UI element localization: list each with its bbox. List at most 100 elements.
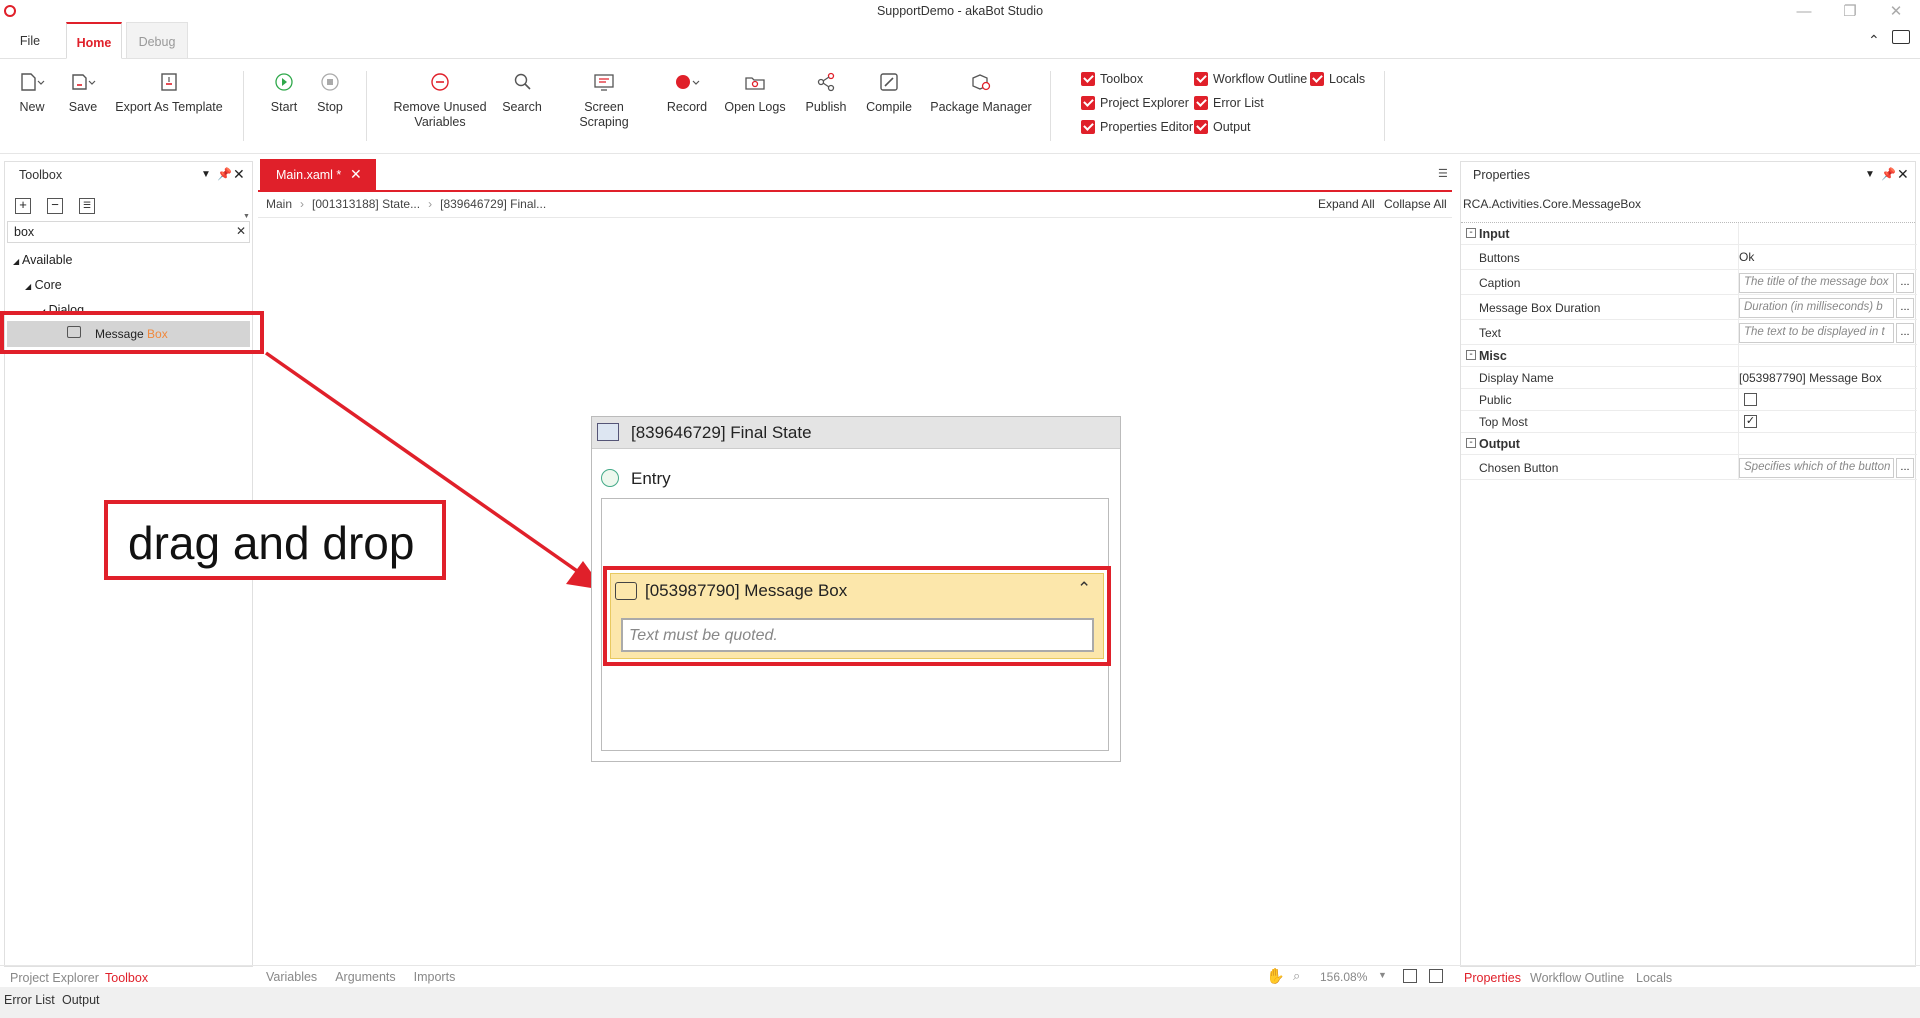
pin-icon[interactable]: 📌 (1881, 167, 1896, 181)
pin-icon[interactable]: 📌 (217, 167, 232, 181)
collapse-activity-icon[interactable]: ⌃ (1077, 579, 1091, 599)
expression-editor-button[interactable]: ... (1896, 323, 1914, 343)
prop-row-text[interactable]: Text The text to be displayed in t... (1461, 320, 1917, 345)
breadcrumb-item[interactable]: [001313188] State... (312, 197, 420, 211)
prop-row-top-most[interactable]: Top Most ✓ (1461, 411, 1917, 433)
variables-tab[interactable]: Variables (266, 970, 317, 984)
error-list-checkbox[interactable]: Error List (1194, 94, 1264, 112)
collapse-all-icon[interactable]: − (47, 198, 63, 214)
breadcrumb-item[interactable]: [839646729] Final... (440, 197, 546, 211)
overview-icon[interactable] (1429, 969, 1443, 983)
expression-editor-button[interactable]: ... (1896, 273, 1914, 293)
clear-search-icon[interactable]: ✕ (236, 224, 246, 238)
expression-editor-button[interactable]: ... (1896, 298, 1914, 318)
collapse-section-icon[interactable]: - (1466, 350, 1476, 360)
close-icon[interactable]: ✕ (233, 166, 245, 183)
properties-type-name: RCA.Activities.Core.MessageBox (1463, 197, 1642, 211)
collapse-ribbon-icon[interactable]: ⌃ (1868, 32, 1880, 49)
collapse-all-link[interactable]: Collapse All (1384, 197, 1447, 211)
list-view-icon[interactable]: ☰ (79, 198, 95, 214)
compile-button[interactable]: Compile (864, 67, 914, 115)
prop-label: Text (1479, 326, 1502, 340)
error-list-tab[interactable]: Error List (4, 993, 55, 1007)
tab-debug[interactable]: Debug (126, 22, 188, 59)
message-box-activity[interactable]: [053987790] Message Box ⌃ Text must be q… (610, 573, 1104, 659)
prop-row-buttons[interactable]: Buttons Ok (1461, 245, 1917, 270)
top-most-checkbox[interactable]: ✓ (1744, 415, 1757, 428)
tree-node-available[interactable]: ◢ Available (13, 253, 72, 267)
tab-label: Main.xaml * (276, 168, 342, 182)
feedback-icon[interactable] (1892, 30, 1910, 44)
section-misc[interactable]: - Misc (1461, 345, 1917, 367)
tab-main-xaml[interactable]: Main.xaml * ✕ (260, 159, 376, 190)
caption-input[interactable]: The title of the message box (1739, 273, 1894, 293)
search-button[interactable]: Search (500, 67, 544, 115)
stop-button[interactable]: Stop (312, 67, 348, 115)
tab-home[interactable]: Home (66, 22, 122, 59)
toolbox-checkbox[interactable]: Toolbox (1081, 70, 1143, 88)
close-window-icon[interactable]: ✕ (1884, 2, 1908, 22)
close-tab-icon[interactable]: ✕ (350, 166, 362, 183)
zoom-dropdown-icon[interactable]: ▼ (1378, 970, 1387, 980)
start-button[interactable]: Start (266, 67, 302, 115)
remove-unused-variables-button[interactable]: Remove Unused Variables (392, 67, 488, 130)
prop-row-chosen-button[interactable]: Chosen Button Specifies which of the butt… (1461, 455, 1917, 480)
new-button[interactable]: New (10, 67, 54, 115)
imports-tab[interactable]: Imports (414, 970, 456, 984)
hand-pan-icon[interactable]: ✋ (1266, 967, 1285, 985)
project-explorer-tab[interactable]: Project Explorer (10, 971, 99, 985)
expression-editor-button[interactable]: ... (1896, 458, 1914, 478)
arguments-tab[interactable]: Arguments (335, 970, 395, 984)
prop-label: Top Most (1479, 415, 1528, 429)
publish-button[interactable]: Publish (800, 67, 852, 115)
save-button[interactable]: Save (62, 67, 104, 115)
zoom-icon[interactable]: ⌕ (1293, 968, 1300, 984)
expand-all-link[interactable]: Expand All (1318, 197, 1375, 211)
dropdown-icon[interactable]: ▼ (1865, 169, 1875, 180)
text-input[interactable]: The text to be displayed in t (1739, 323, 1894, 343)
tab-list-icon[interactable]: ☰ (1438, 167, 1448, 180)
breadcrumb-item[interactable]: Main (266, 197, 292, 211)
prop-row-duration[interactable]: Message Box Duration Duration (in millise… (1461, 295, 1917, 320)
properties-editor-checkbox[interactable]: Properties Editor (1081, 118, 1193, 136)
fit-screen-icon[interactable] (1403, 969, 1417, 983)
workflow-outline-tab[interactable]: Workflow Outline (1530, 971, 1624, 985)
record-button[interactable]: Record (664, 67, 710, 115)
section-input[interactable]: - Input (1461, 223, 1917, 245)
open-logs-button[interactable]: Open Logs (724, 67, 786, 115)
toolbox-search-input[interactable]: box ✕ (7, 221, 250, 243)
public-checkbox[interactable] (1744, 393, 1757, 406)
output-tab[interactable]: Output (62, 993, 100, 1007)
duration-input[interactable]: Duration (in milliseconds) b (1739, 298, 1894, 318)
output-checkbox[interactable]: Output (1194, 118, 1251, 136)
export-as-template-button[interactable]: Export As Template (114, 67, 224, 115)
zoom-level[interactable]: 156.08% (1320, 970, 1367, 984)
workflow-outline-checkbox[interactable]: Workflow Outline (1194, 70, 1307, 88)
dropdown-icon[interactable]: ▼ (201, 169, 211, 180)
minimize-icon[interactable]: — (1792, 2, 1816, 22)
publish-icon (800, 67, 852, 97)
screen-scraping-button[interactable]: Screen Scraping (558, 67, 650, 130)
collapse-section-icon[interactable]: - (1466, 228, 1476, 238)
section-output[interactable]: - Output (1461, 433, 1917, 455)
overflow-icon[interactable]: ▼ (243, 213, 250, 220)
expand-all-icon[interactable]: + (15, 198, 31, 214)
project-explorer-checkbox[interactable]: Project Explorer (1081, 94, 1189, 112)
locals-tab[interactable]: Locals (1636, 971, 1672, 985)
locals-checkbox[interactable]: Locals (1310, 70, 1365, 88)
prop-row-caption[interactable]: Caption The title of the message box... (1461, 270, 1917, 295)
display-name-value[interactable]: [053987790] Message Box (1739, 371, 1882, 385)
properties-tab[interactable]: Properties (1464, 971, 1521, 985)
prop-row-public[interactable]: Public (1461, 389, 1917, 411)
toolbox-tab[interactable]: Toolbox (105, 971, 148, 985)
prop-row-display-name[interactable]: Display Name [053987790] Message Box (1461, 367, 1917, 389)
tree-node-core[interactable]: ◢ Core (25, 278, 62, 292)
collapse-section-icon[interactable]: - (1466, 438, 1476, 448)
package-manager-button[interactable]: Package Manager (926, 67, 1036, 115)
tab-file[interactable]: File (0, 22, 60, 59)
restore-icon[interactable]: ❐ (1838, 2, 1862, 22)
prop-value[interactable]: Ok (1739, 250, 1754, 264)
chosen-button-input[interactable]: Specifies which of the button (1739, 458, 1894, 478)
close-icon[interactable]: ✕ (1897, 166, 1909, 183)
message-text-input[interactable]: Text must be quoted. (621, 618, 1094, 652)
